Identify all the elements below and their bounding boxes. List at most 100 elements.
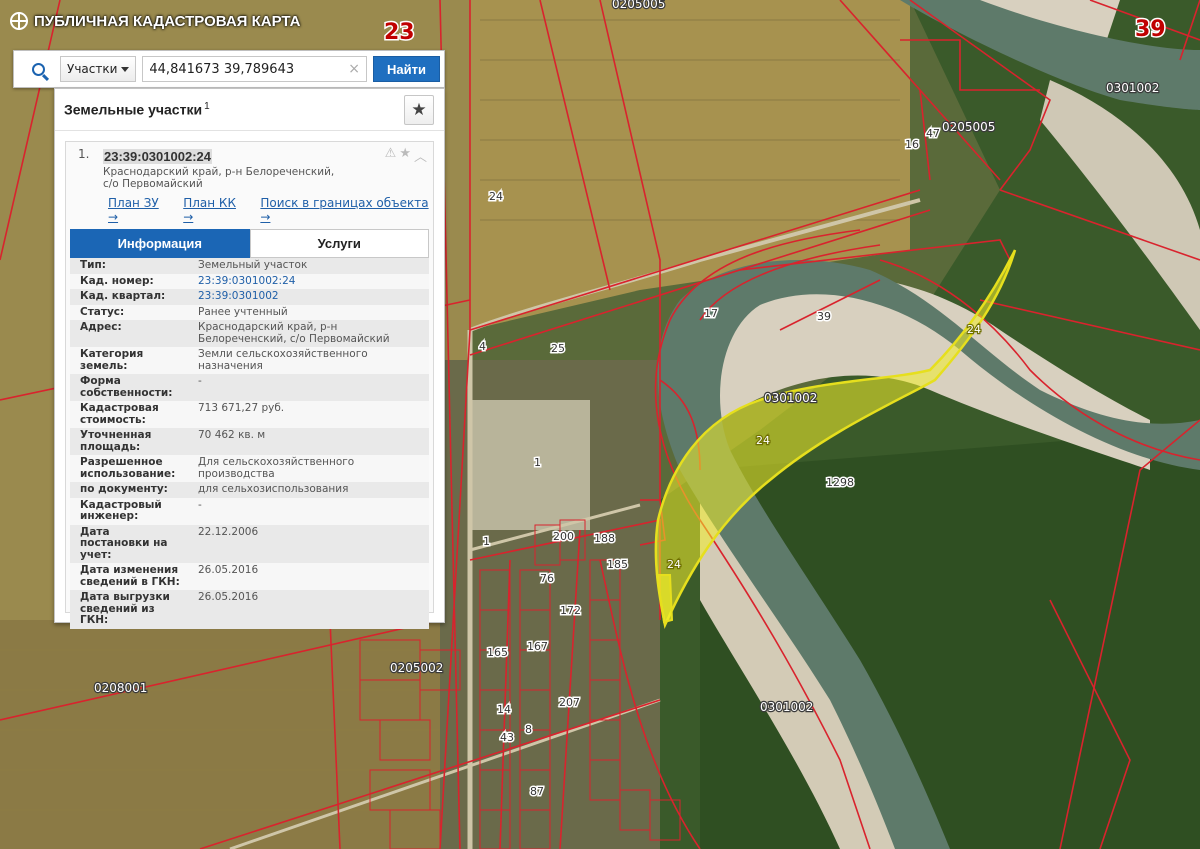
parcel-label: 24 [967,323,981,336]
favorites-button[interactable]: ★ [404,94,434,125]
info-key: Статус: [70,304,188,320]
info-key: Тип: [70,258,188,274]
search-bar: Участки × Найти [13,50,445,88]
star-icon[interactable]: ★ [399,146,411,165]
info-table: Тип: Земельный участок Кад. номер: 23:39:03… [70,258,429,629]
info-key: Кад. квартал: [70,289,188,305]
info-value: - [188,497,429,525]
parcel-label: 43 [500,731,514,744]
search-input[interactable] [143,57,367,81]
result-actions: ⚠ ★ ︿ [385,146,427,165]
tab-information[interactable]: Информация [70,229,250,258]
quarter-label: 0301002 [760,700,813,714]
info-key: Разрешенное использование: [70,455,188,482]
search-icon[interactable] [18,54,58,84]
info-value: - [188,374,429,401]
parcel-label: 25 [551,342,565,355]
star-icon: ★ [411,99,427,120]
info-key: Кадастровый инженер: [70,497,188,525]
info-value[interactable]: 23:39:0301002:24 [188,273,429,289]
search-input-wrap: × [142,56,368,82]
info-key: Адрес: [70,320,188,347]
info-tabs: Информация Услуги [70,229,429,258]
parcel-label: 8 [525,723,532,736]
search-button[interactable]: Найти [373,56,440,82]
parcel-label: 185 [607,558,628,571]
chevron-down-icon [121,66,130,72]
quarter-label: 0205005 [942,120,995,134]
quarter-label: 0205002 [390,661,443,675]
info-value[interactable]: 23:39:0301002 [188,289,429,305]
quarter-label: 39 [1135,17,1166,42]
clear-icon[interactable]: × [348,61,360,77]
search-type-select[interactable]: Участки [60,56,137,82]
parcel-label: 87 [530,785,544,798]
parcel-label: 165 [487,646,508,659]
info-row: Кадастровый инженер: - [70,497,429,525]
parcel-label: 47 [926,127,940,140]
info-value: 26.05.2016 [188,563,429,590]
cadastral-number[interactable]: 23:39:0301002:24 [103,149,212,164]
app-title: ПУБЛИЧНАЯ КАДАСТРОВАЯ КАРТА [10,12,300,30]
info-value: Земельный участок [188,258,429,274]
info-row: Адрес: Краснодарский край, р-н Белореченс… [70,320,429,347]
tab-services[interactable]: Услуги [249,229,429,258]
result-links: План ЗУ → План КК → Поиск в границах объ… [66,190,433,224]
app-title-text: ПУБЛИЧНАЯ КАДАСТРОВАЯ КАРТА [34,12,301,30]
parcel-label: 1298 [826,476,854,489]
result-index: 1. [78,147,90,161]
info-row: Категория земель: Земли сельскохозяйствен… [70,347,429,374]
district-label: 23 [384,20,415,45]
info-key: Кад. номер: [70,273,188,289]
plan-zu-link[interactable]: План ЗУ → [108,196,169,224]
info-row: Кад. номер: 23:39:0301002:24 [70,273,429,289]
crosshair-globe-icon [10,12,28,30]
chevron-up-icon[interactable]: ︿ [414,146,427,165]
parcel-label: 188 [594,532,615,545]
search-bounds-link[interactable]: Поиск в границах объекта → [260,196,433,224]
result-card[interactable]: 1. 23:39:0301002:24 Краснодарский край, … [65,141,434,629]
result-row[interactable]: 1. 23:39:0301002:24 Краснодарский край, … [66,142,433,190]
info-key: Категория земель: [70,347,188,374]
quarter-label: 0205005 [612,0,665,11]
info-key: Кадастровая стоимость: [70,401,188,428]
info-row: по документу: для сельхозиспользования [70,482,429,498]
parcel-label: 24 [756,434,770,447]
parcel-label: 76 [540,572,554,585]
info-key: по документу: [70,482,188,498]
info-row: Кадастровая стоимость: 713 671,27 руб. [70,401,429,428]
info-value: Для сельскохозяйственного производства [188,455,429,482]
info-key: Дата постановки на учет: [70,524,188,563]
parcel-label: 17 [704,307,718,320]
panel-title: Земельные участки 1 [64,101,210,118]
info-value: Ранее учтенный [188,304,429,320]
info-row: Дата выгрузки сведений из ГКН: 26.05.2016 [70,590,429,629]
info-value: для сельхозиспользования [188,482,429,498]
parcel-label: 39 [817,310,831,323]
parcel-label: 14 [497,703,511,716]
quarter-label: 0301002 [764,391,817,405]
quarter-label: 0301002 [1106,81,1159,95]
info-row: Форма собственности: - [70,374,429,401]
panel-title-text: Земельные участки [64,101,203,118]
parcel-label: 1 [483,535,490,548]
parcel-label: 207 [559,696,580,709]
info-value: 70 462 кв. м [188,428,429,455]
info-row: Дата изменения сведений в ГКН: 26.05.2016 [70,563,429,590]
parcel-label: 16 [905,138,919,151]
warning-icon[interactable]: ⚠ [385,146,397,165]
search-type-label: Участки [67,62,118,76]
info-value: 22.12.2006 [188,524,429,563]
panel-header: Земельные участки 1 ★ [55,89,444,131]
info-key: Дата изменения сведений в ГКН: [70,563,188,590]
info-key: Форма собственности: [70,374,188,401]
info-value: Земли сельскохозяйственного назначения [188,347,429,374]
info-value: 26.05.2016 [188,590,429,629]
result-address: Краснодарский край, р-н Белореченский, с… [103,166,335,190]
plan-kk-link[interactable]: План КК → [183,196,246,224]
parcel-label: 24 [667,558,681,571]
info-key: Дата выгрузки сведений из ГКН: [70,590,188,629]
result-body: 23:39:0301002:24 Краснодарский край, р-н… [103,146,427,190]
info-row: Кад. квартал: 23:39:0301002 [70,289,429,305]
info-row: Статус: Ранее учтенный [70,304,429,320]
